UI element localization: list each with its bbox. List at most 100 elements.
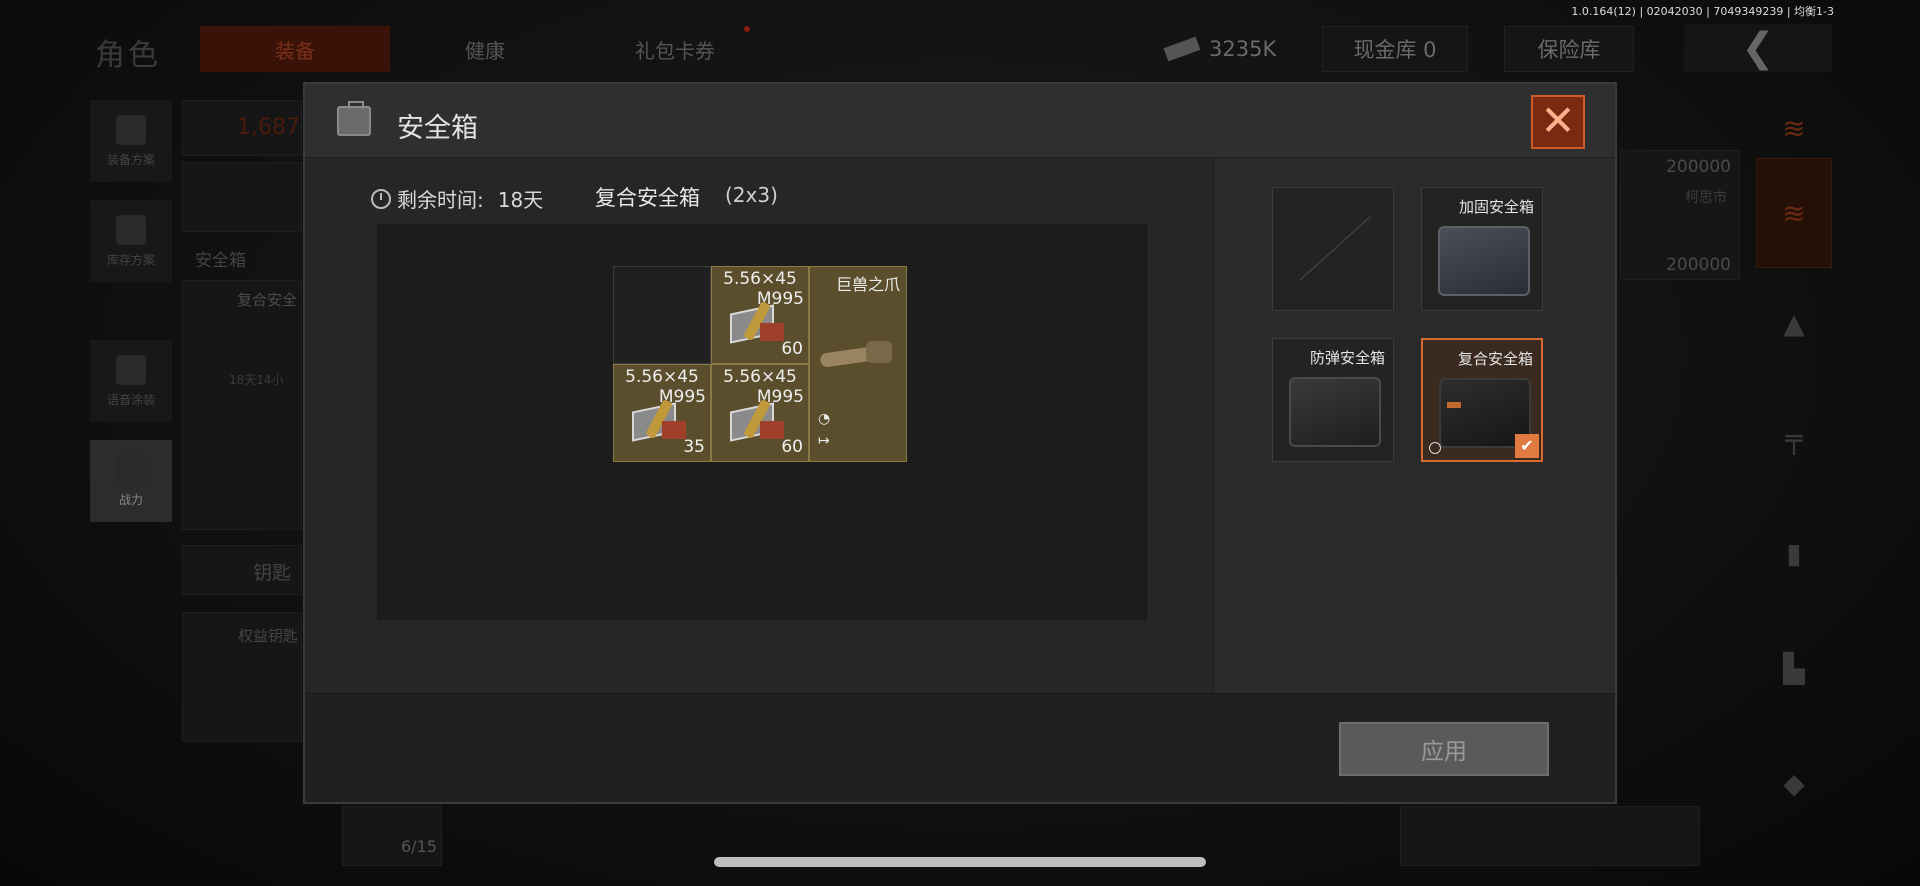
ammo-variant: M995 [756, 387, 804, 407]
cash-vault-button[interactable]: 现金库 0 [1322, 26, 1468, 72]
apply-label: 应用 [1421, 739, 1467, 765]
close-button[interactable]: ✕ [1531, 95, 1585, 149]
bg-safebox-item: 复合安全 [237, 291, 298, 309]
side-scope-tab[interactable]: ◆ [1756, 745, 1832, 821]
stack-selected-icon: ≋ [1782, 196, 1806, 230]
rifle-icon: ╤ [1785, 421, 1803, 455]
bg-market-name: 柯思市 [1685, 190, 1727, 206]
insurance-label: 保险库 [1537, 38, 1601, 62]
safebox-option-empty[interactable] [1272, 187, 1394, 311]
remaining-value: 18天 [497, 188, 544, 212]
option-name: 防弹安全箱 [1309, 349, 1385, 367]
safebox-option-bulletproof[interactable]: 防弹安全箱 [1272, 338, 1394, 462]
ammo-count: 60 [781, 437, 803, 457]
bg-key-header: 钥匙 [253, 562, 292, 584]
side-stack-icon[interactable]: ≋ [1756, 90, 1832, 166]
apply-button[interactable]: 应用 [1339, 722, 1549, 776]
role-title: 角色 [95, 38, 161, 73]
box-name: 复合安全箱 [595, 186, 700, 210]
reinforced-case-icon [1438, 226, 1530, 296]
sidebar-label: 语音涂装 [106, 392, 155, 407]
ammo-count: 60 [781, 339, 803, 359]
cash-vault-label: 现金库 0 [1353, 38, 1437, 62]
ammo-item[interactable]: 5.56×45 M995 60 [711, 364, 809, 462]
money-value: 3235K [1209, 37, 1277, 61]
stack-icon: ≋ [1782, 111, 1806, 145]
ammo-variant: M995 [756, 289, 804, 309]
power-panel: 1,687 [182, 100, 302, 156]
version-info: 1.0.164(12) | 02042030 | 7049349239 | 均衡… [1571, 5, 1834, 18]
grip-icon: ▙ [1783, 651, 1805, 685]
option-name: 复合安全箱 [1457, 350, 1533, 368]
power-value: 1,687 [237, 115, 300, 140]
bg-market-panel: 200000 柯思市 200000 [1620, 150, 1740, 280]
scope-icon: ◆ [1783, 766, 1805, 800]
exit-badge-icon: ↦ [818, 433, 830, 449]
tab-health[interactable]: 健康 [420, 26, 550, 72]
side-magazine-tab[interactable]: ▮ [1756, 515, 1832, 591]
empty-grid-slot[interactable] [613, 266, 711, 364]
helmet-icon [116, 354, 146, 385]
tab-equipment[interactable]: 装备 [200, 26, 390, 72]
close-icon: ✕ [1540, 96, 1576, 145]
sidebar-label: 装备方案 [106, 152, 155, 167]
ammo-item[interactable]: 5.56×45 M995 35 [613, 364, 711, 462]
tab-gift-coupons[interactable]: 礼包卡券 [610, 26, 750, 72]
bg-key-panel: 权益钥匙 [182, 612, 302, 742]
bg-key-item: 权益钥匙 [238, 627, 299, 645]
money-icon [1163, 36, 1201, 62]
bg-key-count: 6/15 [401, 837, 437, 856]
backpack-icon [116, 114, 146, 145]
box-size: (2x3) [725, 183, 778, 207]
timer-badge-icon: ◔ [818, 411, 831, 427]
ammo-caliber: 5.56×45 [723, 367, 797, 387]
bulletproof-case-icon [1289, 377, 1381, 447]
bg-safebox-panel: 复合安全 18天14小 [182, 280, 302, 530]
sidebar-voice-skin[interactable]: 语音涂装 [90, 340, 172, 422]
bg-bottom-panel [1400, 806, 1700, 866]
sidebar-stash-plan[interactable]: 库存方案 [90, 200, 172, 282]
back-button[interactable]: ❮ [1684, 24, 1832, 72]
clock-icon [371, 188, 391, 209]
option-name: 加固安全箱 [1458, 198, 1534, 216]
claw-item-name: 巨兽之爪 [835, 275, 900, 294]
bg-key-count-panel: 6/15 [342, 806, 442, 866]
game-screen: { "version": "1.0.164(12) | 02042030 | 7… [0, 0, 1920, 886]
tab-gift-label: 礼包卡券 [635, 38, 715, 63]
helmet-icon: ▲ [1783, 306, 1805, 340]
sidebar-label: 战力 [118, 492, 143, 507]
side-grip-tab[interactable]: ▙ [1756, 630, 1832, 706]
modal-header: 安全箱 ✕ [305, 84, 1615, 158]
bg-slot [182, 162, 302, 232]
bg-safebox-timer: 18天14小 [229, 373, 284, 387]
briefcase-icon [337, 101, 371, 136]
ammo-caliber: 5.56×45 [625, 367, 699, 387]
sidebar-power[interactable]: 战力 [90, 440, 172, 522]
insurance-vault-button[interactable]: 保险库 [1504, 26, 1634, 72]
back-arrow-icon: ❮ [1741, 25, 1775, 71]
bg-key-header-panel: 钥匙 [182, 545, 302, 595]
power-icon [116, 454, 146, 485]
bg-price-2: 200000 [1666, 255, 1731, 275]
home-indicator[interactable] [714, 857, 1206, 867]
claw-icon [819, 337, 900, 373]
ammo-item[interactable]: 5.56×45 M995 60 [711, 266, 809, 364]
claw-item[interactable]: 巨兽之爪 ◔ ↦ [809, 266, 907, 462]
money-display: 3235K [1163, 26, 1277, 72]
remaining-time: 剩余时间: 18天 [371, 184, 543, 213]
bg-price-1: 200000 [1666, 157, 1731, 177]
clock-icon [1429, 442, 1441, 454]
safebox-modal: 安全箱 ✕ 剩余时间: 18天 复合安全箱 (2x3) 5.56×45 M995… [303, 82, 1617, 804]
notification-dot [744, 26, 750, 32]
sidebar-label: 库存方案 [106, 252, 155, 267]
side-rifle-tab[interactable]: ╤ [1756, 400, 1832, 476]
remaining-label: 剩余时间: [397, 188, 484, 212]
ammo-variant: M995 [658, 387, 706, 407]
download-icon [116, 214, 146, 245]
sidebar-loadout-plan[interactable]: 装备方案 [90, 100, 172, 182]
side-safebox-tab[interactable]: ≋ [1756, 158, 1832, 268]
safebox-option-composite[interactable]: 复合安全箱 ✔ [1421, 338, 1543, 462]
side-helmet-tab[interactable]: ▲ [1756, 285, 1832, 361]
safebox-option-reinforced[interactable]: 加固安全箱 [1421, 187, 1543, 311]
modal-title: 安全箱 [397, 113, 478, 144]
